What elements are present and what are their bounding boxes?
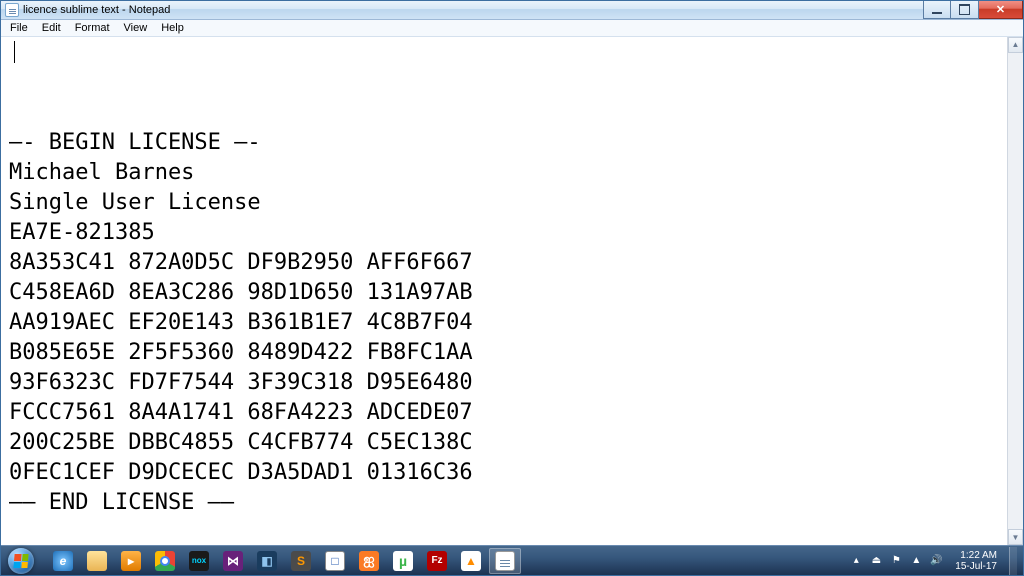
taskbar-media[interactable] (115, 548, 147, 574)
menu-bar: File Edit Format View Help (1, 20, 1023, 37)
folder-icon (87, 551, 107, 571)
ie-icon (53, 551, 73, 571)
taskbar-icons (47, 548, 521, 574)
taskbar-nox[interactable] (183, 548, 215, 574)
menu-file[interactable]: File (3, 21, 35, 35)
visualstudio-icon (223, 551, 243, 571)
maximize-button[interactable] (951, 1, 979, 19)
taskbar-sublime[interactable] (285, 548, 317, 574)
close-button[interactable] (979, 1, 1023, 19)
text-line: 93F6323C FD7F7544 3F39C318 D95E6480 (9, 368, 1003, 398)
menu-view[interactable]: View (117, 21, 155, 35)
text-line: Single User License (9, 188, 1003, 218)
menu-format[interactable]: Format (68, 21, 117, 35)
taskbar-utorrent[interactable] (387, 548, 419, 574)
taskbar-vlc[interactable] (455, 548, 487, 574)
xampp-icon (359, 551, 379, 571)
text-line: 0FEC1CEF D9DCECEC D3A5DAD1 01316C36 (9, 458, 1003, 488)
text-line: 200C25BE DBBC4855 C4CFB774 C5EC138C (9, 428, 1003, 458)
vlc-icon (461, 551, 481, 571)
taskbar-ie[interactable] (47, 548, 79, 574)
notepad-app-icon (5, 3, 19, 17)
scroll-up-arrow-icon[interactable]: ▲ (1008, 37, 1023, 53)
tray-safely-remove-icon[interactable]: ⏏ (869, 554, 883, 568)
notepad-icon (495, 551, 515, 571)
windows-orb-icon (8, 548, 34, 574)
windows-flag-icon (13, 554, 28, 568)
filezilla-icon (427, 551, 447, 571)
window-title: licence sublime text - Notepad (23, 4, 170, 16)
window-controls (923, 1, 1023, 19)
tray-date: 15-Jul-17 (955, 561, 997, 572)
tray-clock[interactable]: 1:22 AM 15-Jul-17 (949, 548, 1003, 574)
title-bar[interactable]: licence sublime text - Notepad (1, 1, 1023, 20)
client-area: —- BEGIN LICENSE —-Michael BarnesSingle … (1, 37, 1023, 545)
text-line: EA7E-821385 (9, 218, 1003, 248)
text-line: FCCC7561 8A4A1741 68FA4223 ADCEDE07 (9, 398, 1003, 428)
text-line: —— END LICENSE —— (9, 488, 1003, 518)
scroll-down-arrow-icon[interactable]: ▼ (1008, 529, 1023, 545)
taskbar-brackets[interactable] (319, 548, 351, 574)
utorrent-icon (393, 551, 413, 571)
taskbar-notepad[interactable] (489, 548, 521, 574)
menu-edit[interactable]: Edit (35, 21, 68, 35)
text-line: Michael Barnes (9, 158, 1003, 188)
system-tray: ▴ ⏏ ⚑ ▲ 🔊 1:22 AM 15-Jul-17 (849, 547, 1019, 575)
tray-time: 1:22 AM (955, 550, 997, 561)
text-editor[interactable]: —- BEGIN LICENSE —-Michael BarnesSingle … (1, 37, 1007, 545)
text-line: —- BEGIN LICENSE —- (9, 128, 1003, 158)
show-desktop-button[interactable] (1009, 547, 1017, 575)
taskbar-xampp[interactable] (353, 548, 385, 574)
taskbar-chrome[interactable] (149, 548, 181, 574)
taskbar-filezilla[interactable] (421, 548, 453, 574)
minimize-button[interactable] (923, 1, 951, 19)
brackets-icon (325, 551, 345, 571)
start-button[interactable] (1, 546, 41, 576)
tray-volume-icon[interactable]: 🔊 (929, 554, 943, 568)
notepad-window: licence sublime text - Notepad File Edit… (0, 0, 1024, 576)
vertical-scrollbar[interactable]: ▲ ▼ (1007, 37, 1023, 545)
menu-help[interactable]: Help (154, 21, 191, 35)
taskbar-visualstudio[interactable] (217, 548, 249, 574)
tray-action-center-icon[interactable]: ⚑ (889, 554, 903, 568)
tray-overflow-icon[interactable]: ▴ (849, 554, 863, 568)
text-line: C458EA6D 8EA3C286 98D1D650 131A97AB (9, 278, 1003, 308)
scroll-track[interactable] (1008, 53, 1023, 529)
text-line (9, 518, 1003, 545)
media-icon (121, 551, 141, 571)
sublime-icon (291, 551, 311, 571)
text-line: B085E65E 2F5F5360 8489D422 FB8FC1AA (9, 338, 1003, 368)
taskbar: ▴ ⏏ ⚑ ▲ 🔊 1:22 AM 15-Jul-17 (1, 545, 1023, 575)
virtualbox-icon (257, 551, 277, 571)
nox-icon (189, 551, 209, 571)
text-cursor (14, 41, 15, 63)
text-line: AA919AEC EF20E143 B361B1E7 4C8B7F04 (9, 308, 1003, 338)
text-line: 8A353C41 872A0D5C DF9B2950 AFF6F667 (9, 248, 1003, 278)
tray-network-icon[interactable]: ▲ (909, 554, 923, 568)
chrome-icon (155, 551, 175, 571)
taskbar-explorer[interactable] (81, 548, 113, 574)
taskbar-virtualbox[interactable] (251, 548, 283, 574)
